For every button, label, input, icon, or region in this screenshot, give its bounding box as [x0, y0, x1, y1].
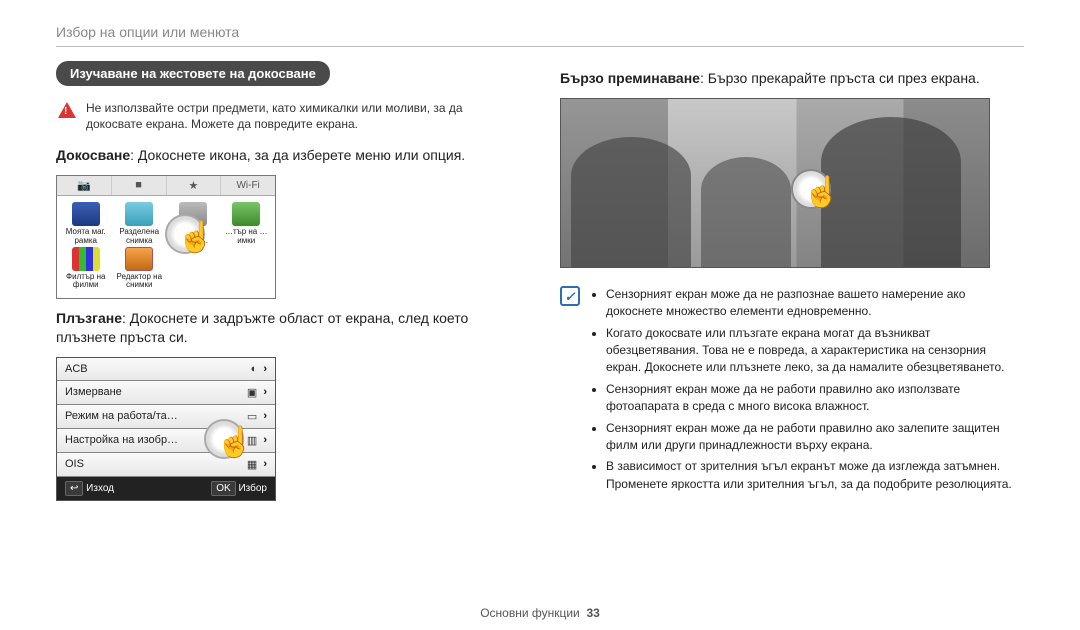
ok-label: Избор: [238, 483, 267, 494]
ok-button[interactable]: OK: [211, 481, 235, 496]
tab-camera[interactable]: 📷: [57, 176, 112, 195]
touch-gesture-icon: ☝: [165, 214, 205, 254]
app-photo-filter[interactable]: …тър на …имки: [222, 202, 272, 245]
note-item: Сензорният екран може да не работи прави…: [606, 420, 1024, 455]
tab-wifi[interactable]: Wi-Fi: [221, 176, 275, 195]
warning-icon: !: [58, 102, 76, 118]
header-divider: [56, 46, 1024, 47]
info-note: ✓ Сензорният екран може да не разпознае …: [560, 286, 1024, 497]
right-column: Бързо преминаване: Бързо прекарайте пръс…: [560, 61, 1024, 501]
menu-row-acb[interactable]: ACB◐ ›: [57, 358, 275, 381]
swipe-heading: Бързо преминаване: Бързо прекарайте пръс…: [560, 69, 1024, 88]
page-footer: Основни функции 33: [0, 606, 1080, 620]
drag-gesture-icon: ☝: [204, 419, 244, 459]
swipe-screenshot: ☝: [560, 98, 990, 268]
left-column: Изучаване на жестовете на докосване ! Не…: [56, 61, 520, 501]
app-movie-filter[interactable]: Филтър на филми: [61, 247, 111, 290]
app-magic-frame[interactable]: Моята маг. рамка: [61, 202, 111, 245]
section-title: Изучаване на жестовете на докосване: [56, 61, 330, 86]
swipe-gesture-icon: ☝: [791, 169, 831, 209]
note-item: Сензорният екран може да не разпознае ва…: [606, 286, 1024, 321]
warning-text: Не използвайте остри предмети, като хими…: [86, 100, 520, 132]
touch-heading: Докосване: Докоснете икона, за да избере…: [56, 146, 520, 165]
breadcrumb: Избор на опции или менюта: [56, 24, 1024, 40]
back-button[interactable]: ↩: [65, 481, 83, 496]
note-item: Когато докосвате или плъзгате екрана мог…: [606, 325, 1024, 377]
back-label: Изход: [86, 483, 114, 494]
warning-note: ! Не използвайте остри предмети, като хи…: [58, 100, 520, 132]
note-item: Сензорният екран може да не работи прави…: [606, 381, 1024, 416]
drag-heading: Плъзгане: Докоснете и задръжте област от…: [56, 309, 520, 347]
info-icon: ✓: [560, 286, 580, 306]
touch-screenshot: 📷 ■ ★ Wi-Fi Моята маг. рамка Разделена с…: [56, 175, 276, 299]
app-split-shot[interactable]: Разделена снимка: [115, 202, 165, 245]
app-photo-editor[interactable]: Редактор на снимки: [115, 247, 165, 290]
note-item: В зависимост от зрителния ъгъл екранът м…: [606, 458, 1024, 493]
tab-star[interactable]: ★: [167, 176, 222, 195]
tab-gallery[interactable]: ■: [112, 176, 167, 195]
menu-row-metering[interactable]: Измерване▣ ›: [57, 381, 275, 405]
